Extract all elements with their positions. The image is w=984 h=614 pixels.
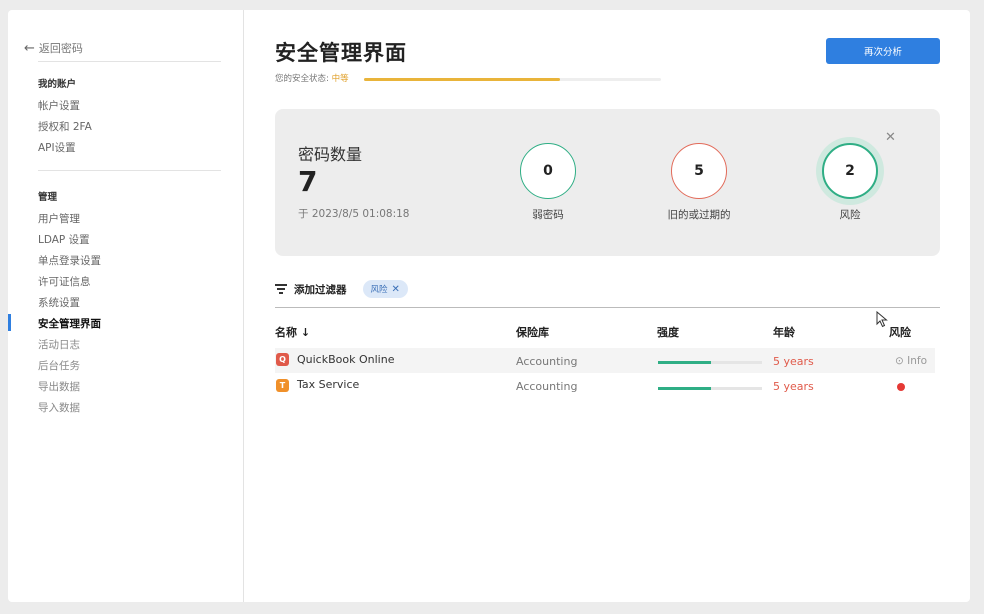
strength-bar [658, 361, 762, 364]
sidebar-item-sso-settings[interactable]: 单点登录设置 [38, 253, 101, 268]
sidebar-item-import-data[interactable]: 导入数据 [38, 400, 80, 415]
stat-weak-passwords[interactable]: 0 弱密码 [493, 143, 603, 222]
main-content: 安全管理界面 您的安全状态: 中等 再次分析 ✕ 密码数量 7 于 2023/8… [244, 10, 970, 602]
password-count-label: 密码数量 [298, 145, 363, 164]
risk-dot-icon [897, 383, 905, 391]
back-to-passwords-link[interactable]: ← 返回密码 [24, 40, 83, 56]
security-status-value: 中等 [331, 74, 349, 84]
password-count: 7 [298, 165, 318, 198]
column-header-strength[interactable]: 强度 [657, 324, 679, 340]
column-header-vault[interactable]: 保险库 [516, 324, 549, 340]
page-title: 安全管理界面 [275, 41, 407, 65]
sidebar-divider [38, 170, 221, 171]
row-vault: Accounting [516, 380, 578, 393]
risk-info-label: Info [907, 355, 928, 367]
app-icon: T [276, 379, 289, 392]
sidebar-item-export-data[interactable]: 导出数据 [38, 379, 80, 394]
section-heading-account: 我的账户 [38, 79, 77, 90]
sidebar-divider [38, 61, 221, 62]
filter-icon[interactable] [275, 282, 287, 297]
stat-circle: 0 [520, 143, 576, 199]
filter-bar: 添加过滤器 风险 ✕ [275, 280, 408, 298]
analysis-timestamp: 于 2023/8/5 01:08:18 [298, 208, 410, 220]
risk-info[interactable]: ⊙ Info [895, 355, 927, 367]
stat-at-risk[interactable]: 2 风险 [795, 143, 905, 222]
active-indicator [8, 314, 11, 331]
column-header-risk[interactable]: 风险 [889, 324, 911, 340]
table-divider [275, 307, 940, 308]
column-header-name[interactable]: 名称 ↓ [275, 324, 310, 340]
row-name[interactable]: Tax Service [297, 378, 359, 391]
reanalyze-button[interactable]: 再次分析 [826, 38, 940, 64]
row-age: 5 years [773, 380, 814, 393]
stat-old-or-expired[interactable]: 5 旧的或过期的 [644, 143, 754, 222]
info-icon: ⊙ [895, 355, 904, 367]
stat-circle: 5 [671, 143, 727, 199]
sidebar-item-ldap-settings[interactable]: LDAP 设置 [38, 232, 90, 247]
sidebar-item-activity-log[interactable]: 活动日志 [38, 337, 80, 352]
security-status-label: 您的安全状态: [275, 74, 329, 84]
sidebar-item-system-settings[interactable]: 系统设置 [38, 295, 80, 310]
section-heading-admin: 管理 [38, 192, 58, 203]
strength-bar [658, 387, 762, 390]
sidebar-item-license-info[interactable]: 许可证信息 [38, 274, 91, 289]
back-label: 返回密码 [38, 42, 83, 55]
row-vault: Accounting [516, 355, 578, 368]
summary-card: ✕ 密码数量 7 于 2023/8/5 01:08:18 0 弱密码 5 旧的或… [275, 109, 940, 256]
close-icon[interactable]: ✕ [392, 284, 400, 295]
security-status: 您的安全状态: 中等 [275, 72, 349, 84]
mouse-cursor-icon [876, 311, 888, 328]
sidebar-item-api-settings[interactable]: API设置 [38, 140, 76, 155]
sidebar-item-background-tasks[interactable]: 后台任务 [38, 358, 80, 373]
add-filter-button[interactable]: 添加过滤器 [294, 282, 347, 297]
sidebar-item-account-settings[interactable]: 帐户设置 [38, 98, 80, 113]
security-level-fill [364, 78, 561, 81]
stat-circle: 2 [822, 143, 878, 199]
row-name[interactable]: QuickBook Online [297, 353, 394, 366]
arrow-left-icon: ← [24, 40, 35, 56]
table-row[interactable] [275, 373, 935, 398]
row-age: 5 years [773, 355, 814, 368]
stat-label: 旧的或过期的 [667, 209, 731, 221]
security-level-bar [364, 78, 661, 81]
app-icon: Q [276, 353, 289, 366]
strength-fill [658, 361, 712, 364]
app-window: ← 返回密码 我的账户 帐户设置 授权和 2FA API设置 管理 用户管理 L… [8, 10, 970, 602]
filter-chip-risk[interactable]: 风险 ✕ [362, 280, 408, 298]
column-header-age[interactable]: 年龄 [773, 324, 795, 340]
stat-label: 风险 [839, 209, 861, 221]
sidebar-item-auth-2fa[interactable]: 授权和 2FA [38, 119, 92, 134]
filter-chip-label: 风险 [370, 285, 388, 295]
sidebar-item-user-management[interactable]: 用户管理 [38, 211, 80, 226]
stat-label: 弱密码 [532, 209, 564, 221]
strength-fill [658, 387, 712, 390]
sidebar: ← 返回密码 我的账户 帐户设置 授权和 2FA API设置 管理 用户管理 L… [8, 10, 244, 602]
sidebar-item-security-dashboard[interactable]: 安全管理界面 [38, 316, 101, 331]
